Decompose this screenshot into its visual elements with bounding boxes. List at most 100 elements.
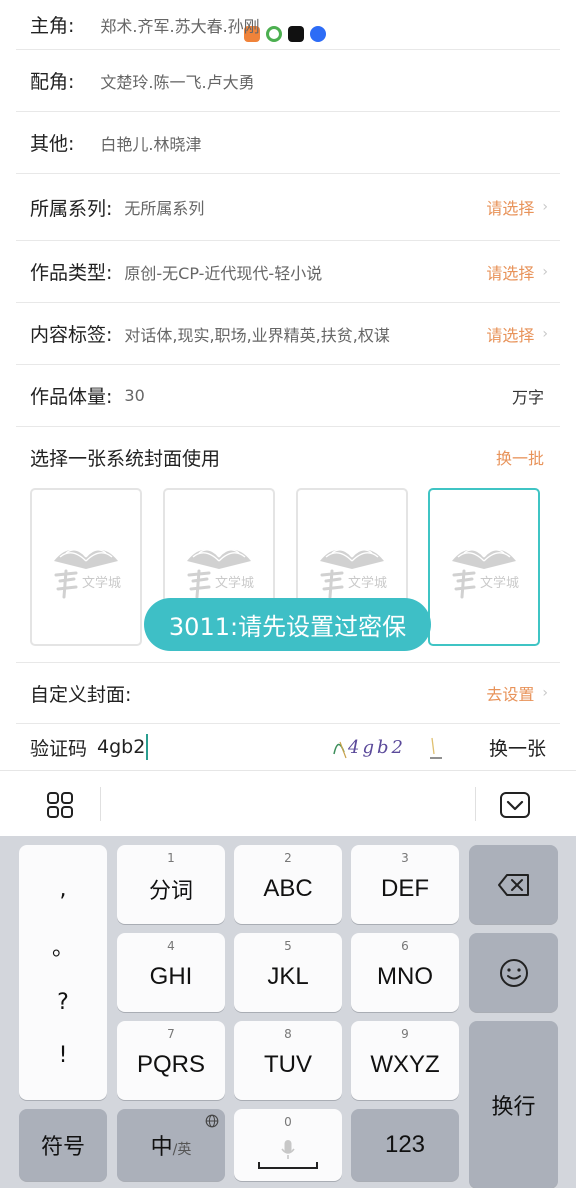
captcha-input[interactable]: 4gb2 [97, 734, 149, 760]
key-2-num: 2 [284, 851, 292, 865]
key-4-label: GHI [149, 962, 193, 990]
cover-refresh-label: 换一批 [495, 449, 544, 468]
volume-unit: 万字 [511, 387, 544, 407]
chevron-right-icon: › [542, 199, 548, 215]
key-7-num: 7 [167, 1027, 175, 1041]
space-key-num: 0 [284, 1115, 292, 1129]
key-3-num: 3 [401, 851, 409, 865]
key-4[interactable]: 4 GHI [117, 933, 225, 1012]
language-sub-label: /英 [172, 1142, 192, 1158]
cover-logo-text: 文学城 [348, 575, 387, 591]
work-type-select-button[interactable]: 请选择 › [486, 260, 548, 284]
key-3[interactable]: 3 DEF [351, 845, 459, 924]
work-type-row[interactable]: 作品类型: 原创-无CP-近代现代-轻小说 请选择 › [16, 241, 560, 303]
key-1-num: 1 [167, 851, 175, 865]
tags-row[interactable]: 内容标签: 对话体,现实,职场,业界精英,扶贫,权谋 请选择 › [16, 303, 560, 365]
custom-cover-setup-label: 去设置 [486, 685, 535, 704]
support-role-label: 配角: [30, 71, 75, 93]
key-1-label: 分词 [148, 878, 193, 904]
support-role-value: 文楚玲.陈一飞.卢大勇 [100, 72, 255, 92]
grid-menu-icon[interactable] [46, 791, 74, 819]
tags-select-button[interactable]: 请选择 › [486, 322, 548, 346]
language-main-label: 中 [150, 1135, 173, 1160]
key-8[interactable]: 8 TUV [234, 1021, 342, 1100]
language-switch-key[interactable]: 中 /英 [117, 1109, 225, 1181]
text-cursor [146, 734, 149, 760]
series-label: 所属系列: [30, 197, 113, 220]
wenxuecheng-logo-icon: 文学城 [54, 549, 121, 599]
keyboard-collapse-icon[interactable] [499, 791, 531, 819]
punctuation-column[interactable]: , 。 ? ! [19, 845, 107, 1100]
captcha-swap-button[interactable]: 换一张 [489, 734, 546, 761]
key-5[interactable]: 5 JKL [234, 933, 342, 1012]
captcha-image[interactable]: 4gb2 [332, 732, 462, 762]
punct-question-key[interactable]: ? [57, 990, 69, 1015]
captcha-image-text: 4gb2 [347, 737, 406, 758]
punct-comma-key[interactable]: , [60, 877, 67, 902]
custom-cover-row[interactable]: 自定义封面: 去设置 › [16, 662, 560, 724]
tags-label: 内容标签: [30, 324, 113, 346]
volume-value[interactable]: 30 [124, 386, 144, 405]
key-1[interactable]: 1 分词 [117, 845, 225, 924]
tags-select-label: 请选择 [486, 325, 535, 345]
series-select-button[interactable]: 请选择 › [486, 195, 548, 219]
cover-logo-text: 文学城 [480, 575, 519, 591]
punct-period-key[interactable]: 。 [52, 930, 74, 962]
key-9[interactable]: 9 WXYZ [351, 1021, 459, 1100]
chevron-right-icon: › [542, 685, 548, 701]
lead-role-row[interactable]: 主角: 郑术.齐军.苏大春.孙刚 [16, 0, 560, 50]
work-type-value: 原创-无CP-近代现代-轻小说 [124, 263, 323, 283]
key-6-label: MNO [377, 962, 433, 990]
keyboard: , 。 ? ! 1 分词 2 ABC 3 DEF 4 GHI 5 JKL 6 M… [0, 836, 576, 1188]
cover-refresh-button[interactable]: 换一批 [496, 445, 544, 469]
globe-icon [205, 1114, 219, 1128]
wenxuecheng-logo-icon: 文学城 [187, 549, 254, 599]
key-9-label: WXYZ [370, 1050, 440, 1078]
cover-logo-text: 文学城 [82, 575, 121, 591]
enter-key-label: 换行 [491, 1094, 536, 1120]
volume-row[interactable]: 作品体量: 30 万字 [16, 365, 560, 427]
key-7[interactable]: 7 PQRS [117, 1021, 225, 1100]
cover-select-header: 选择一张系统封面使用 换一批 [16, 427, 560, 487]
space-key[interactable]: 0 [234, 1109, 342, 1181]
key-6[interactable]: 6 MNO [351, 933, 459, 1012]
key-8-num: 8 [284, 1027, 292, 1041]
other-role-row[interactable]: 其他: 白艳儿.林晓津 [16, 112, 560, 174]
cover-option-1[interactable]: 文学城 [30, 488, 142, 646]
space-bar-icon [258, 1162, 318, 1169]
cover-select-title: 选择一张系统封面使用 [30, 447, 221, 470]
key-7-label: PQRS [136, 1050, 205, 1078]
key-4-num: 4 [167, 939, 175, 953]
toolbar-divider [100, 787, 101, 821]
key-3-label: DEF [381, 874, 429, 902]
cover-option-4[interactable]: 文学城 [428, 488, 540, 646]
volume-label: 作品体量: [30, 386, 113, 408]
work-type-select-label: 请选择 [486, 263, 535, 283]
key-5-label: JKL [267, 962, 309, 990]
chevron-right-icon: › [542, 325, 548, 342]
custom-cover-setup-button[interactable]: 去设置 › [486, 681, 548, 705]
key-2[interactable]: 2 ABC [234, 845, 342, 924]
punct-exclaim-key[interactable]: ! [59, 1043, 68, 1068]
key-2-label: ABC [263, 874, 313, 902]
captcha-input-value: 4gb2 [97, 736, 146, 758]
support-role-row[interactable]: 配角: 文楚玲.陈一飞.卢大勇 [16, 50, 560, 112]
captcha-label: 验证码 [30, 737, 88, 760]
captcha-row: 验证码 4gb2 4gb2 换一张 [16, 724, 560, 770]
lead-role-label: 主角: [30, 15, 75, 37]
symbols-key-label: 符号 [40, 1135, 85, 1160]
tags-value: 对话体,现实,职场,业界精英,扶贫,权谋 [124, 325, 390, 345]
series-value: 无所属系列 [124, 199, 205, 218]
series-row[interactable]: 所属系列: 无所属系列 请选择 › [16, 174, 560, 241]
backspace-key[interactable] [469, 845, 558, 924]
numbers-key[interactable]: 123 [351, 1109, 459, 1181]
numbers-key-label: 123 [384, 1131, 426, 1158]
language-switch-text: 中 /英 [151, 1129, 192, 1161]
symbols-key[interactable]: 符号 [19, 1109, 107, 1181]
enter-key[interactable]: 换行 [469, 1021, 558, 1188]
toolbar-divider [475, 787, 476, 821]
key-6-num: 6 [401, 939, 409, 953]
custom-cover-label: 自定义封面: [30, 683, 132, 706]
emoji-key[interactable] [469, 933, 558, 1012]
series-select-label: 请选择 [486, 199, 535, 218]
